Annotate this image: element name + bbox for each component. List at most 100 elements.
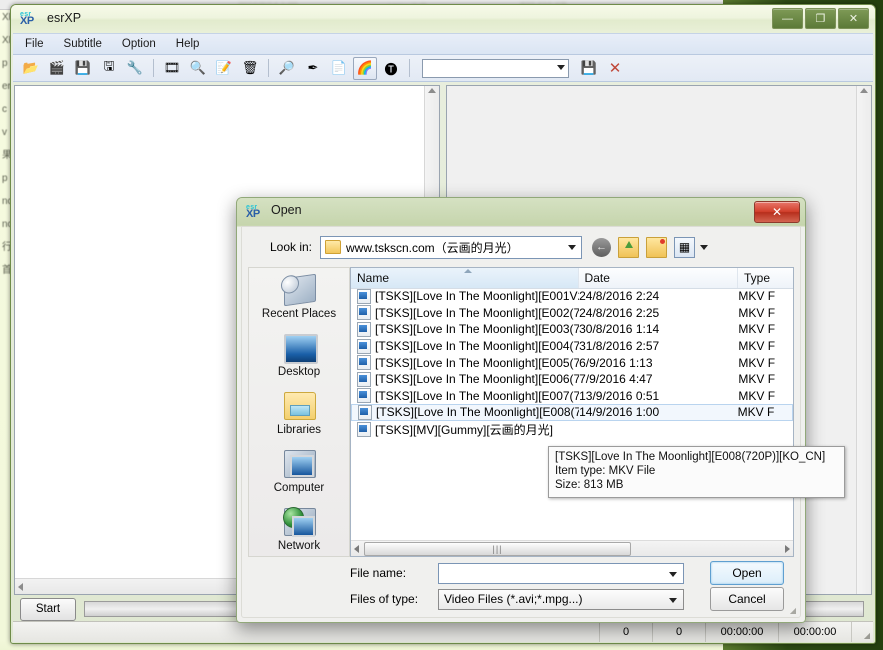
save-icon[interactable]: 💾 — [71, 57, 95, 80]
place-item-desktop[interactable]: Desktop — [249, 326, 349, 384]
open-button[interactable]: Open — [710, 561, 784, 585]
file-name-text: [TSKS][Love In The Moonlight][E004(720..… — [375, 339, 579, 354]
file-list-header: Name Date Type — [351, 268, 793, 289]
up-folder-icon[interactable] — [618, 236, 639, 258]
look-in-value: www.tskscn.com（云画的月光） — [346, 240, 519, 255]
mkv-file-icon — [357, 355, 371, 371]
right-pane-vscrollbar[interactable] — [856, 86, 871, 594]
search-icon[interactable]: 🔍 — [186, 57, 210, 80]
file-list-hscrollbar[interactable]: ||| — [351, 540, 793, 556]
place-item-libraries[interactable]: Libraries — [249, 384, 349, 442]
place-item-label: Network — [277, 540, 321, 552]
subtitle-profile-combo[interactable] — [422, 58, 569, 78]
open-video-icon[interactable]: 🎬 — [45, 57, 69, 80]
table-row[interactable]: [TSKS][Love In The Moonlight][E003(720..… — [351, 321, 793, 338]
window-title: esrXP — [47, 11, 82, 25]
file-name-cell: [TSKS][Love In The Moonlight][E004(720..… — [351, 338, 579, 354]
hscroll-thumb[interactable]: ||| — [364, 542, 631, 556]
text-icon[interactable]: 🅣 — [379, 57, 403, 80]
table-row[interactable]: [TSKS][Love In The Moonlight][E001V2(7..… — [351, 288, 793, 305]
toolbar-separator-3 — [409, 59, 410, 77]
look-in-row: Look in: www.tskscn.com（云画的月光） ← ▦ — [250, 235, 792, 259]
dialog-title: Open — [271, 203, 302, 217]
toolbar-separator-2 — [268, 59, 269, 77]
file-date-cell: 31/8/2016 2:57 — [579, 339, 660, 354]
look-in-combo[interactable]: www.tskscn.com（云画的月光） — [320, 235, 582, 259]
computer-icon — [284, 450, 316, 478]
edit-icon[interactable]: 📝 — [212, 57, 236, 80]
column-header-date[interactable]: Date — [579, 268, 738, 288]
open-icon[interactable]: 📂 — [19, 57, 43, 80]
trash-icon[interactable]: 🗑 — [238, 57, 262, 80]
chevron-down-icon — [557, 64, 565, 70]
menu-item-option[interactable]: Option — [122, 38, 156, 50]
eyedropper-icon[interactable]: ✒ — [301, 57, 325, 80]
file-name-label: File name: — [350, 566, 407, 580]
palette-icon[interactable]: 🌈 — [353, 56, 377, 80]
dialog-close-button[interactable]: ✕ — [754, 201, 800, 223]
file-date-cell: 7/9/2016 4:47 — [579, 372, 653, 387]
dialog-titlebar: esr XP Open ✕ — [237, 198, 805, 225]
column-header-name[interactable]: Name — [351, 268, 579, 288]
scroll-right-icon[interactable] — [785, 545, 790, 553]
app-logo-icon: esr XP — [20, 10, 40, 28]
libraries-icon — [284, 392, 316, 420]
place-item-computer[interactable]: Computer — [249, 442, 349, 500]
back-icon[interactable]: ← — [592, 237, 611, 257]
file-name-input[interactable] — [438, 562, 684, 584]
dialog-logo-bottom: XP — [246, 208, 260, 220]
file-name-cell: [TSKS][Love In The Moonlight][E002(720..… — [351, 305, 579, 321]
cancel-button[interactable]: Cancel — [710, 587, 784, 611]
menu-item-subtitle[interactable]: Subtitle — [64, 38, 102, 50]
tooltip-line-3: Size: 813 MB — [555, 479, 624, 491]
settings-icon[interactable]: 🔧 — [123, 57, 147, 80]
file-type-cell: MKV F — [737, 405, 775, 420]
chevron-down-icon[interactable] — [669, 571, 677, 577]
chevron-down-icon[interactable] — [700, 244, 708, 250]
recognize-icon[interactable]: 🎞 — [160, 57, 184, 80]
table-row[interactable]: [TSKS][Love In The Moonlight][E007(720..… — [351, 388, 793, 405]
window-titlebar: esr XP esrXP — ❐ ✕ — [11, 5, 875, 33]
profile-delete-icon[interactable]: ✕ — [603, 57, 627, 80]
resize-grip-icon[interactable]: ◢ — [852, 622, 873, 642]
scroll-up-icon[interactable] — [860, 88, 868, 93]
menu-item-help[interactable]: Help — [176, 38, 200, 50]
table-row[interactable]: [TSKS][Love In The Moonlight][E004(720..… — [351, 338, 793, 355]
profile-save-icon[interactable]: 💾 — [577, 57, 601, 80]
menu-item-file[interactable]: File — [25, 38, 44, 50]
new-folder-icon[interactable] — [646, 236, 667, 258]
table-row[interactable]: [TSKS][Love In The Moonlight][E008(720..… — [351, 404, 793, 421]
place-item-recent-places[interactable]: Recent Places — [249, 268, 349, 326]
file-name-cell: [TSKS][Love In The Moonlight][E007(720..… — [351, 388, 579, 404]
scroll-left-icon[interactable] — [354, 545, 359, 553]
files-of-type-select[interactable]: Video Files (*.avi;*.mpg...) — [438, 588, 684, 610]
save-as-icon[interactable]: 🖫 — [97, 57, 121, 80]
maximize-button[interactable]: ❐ — [805, 8, 836, 29]
place-item-network[interactable]: Network — [249, 500, 349, 558]
scroll-up-icon[interactable] — [428, 88, 436, 93]
files-of-type-value: Video Files (*.avi;*.mpg...) — [444, 592, 583, 606]
views-icon[interactable]: ▦ — [674, 236, 695, 258]
table-row[interactable]: [TSKS][MV][Gummy][云画的月光] — [351, 421, 793, 438]
files-of-type-label: Files of type: — [350, 592, 419, 606]
app-logo-bottom: XP — [20, 15, 34, 27]
column-header-type[interactable]: Type — [738, 268, 793, 288]
zoom-in-icon[interactable]: 🔎 — [275, 57, 299, 80]
chevron-down-icon — [568, 244, 576, 250]
table-row[interactable]: [TSKS][Love In The Moonlight][E006(720..… — [351, 371, 793, 388]
places-sidebar: Recent Places Desktop Libraries Computer Net… — [248, 267, 350, 557]
dialog-resize-grip-icon[interactable]: ◢ — [790, 606, 796, 615]
scroll-left-icon[interactable] — [18, 583, 23, 591]
table-row[interactable]: [TSKS][Love In The Moonlight][E005(720..… — [351, 354, 793, 371]
dialog-logo-icon: esr XP — [246, 203, 266, 221]
mkv-file-icon — [357, 305, 371, 321]
close-button[interactable]: ✕ — [838, 8, 869, 29]
document-icon[interactable]: 📄 — [327, 57, 351, 80]
chevron-down-icon[interactable] — [669, 597, 677, 603]
start-button[interactable]: Start — [20, 597, 76, 621]
status-count-2: 0 — [653, 622, 706, 642]
table-row[interactable]: [TSKS][Love In The Moonlight][E002(720..… — [351, 305, 793, 322]
file-date-cell: 14/9/2016 1:00 — [579, 405, 660, 420]
minimize-button[interactable]: — — [772, 8, 803, 29]
look-in-label: Look in: — [269, 240, 312, 254]
